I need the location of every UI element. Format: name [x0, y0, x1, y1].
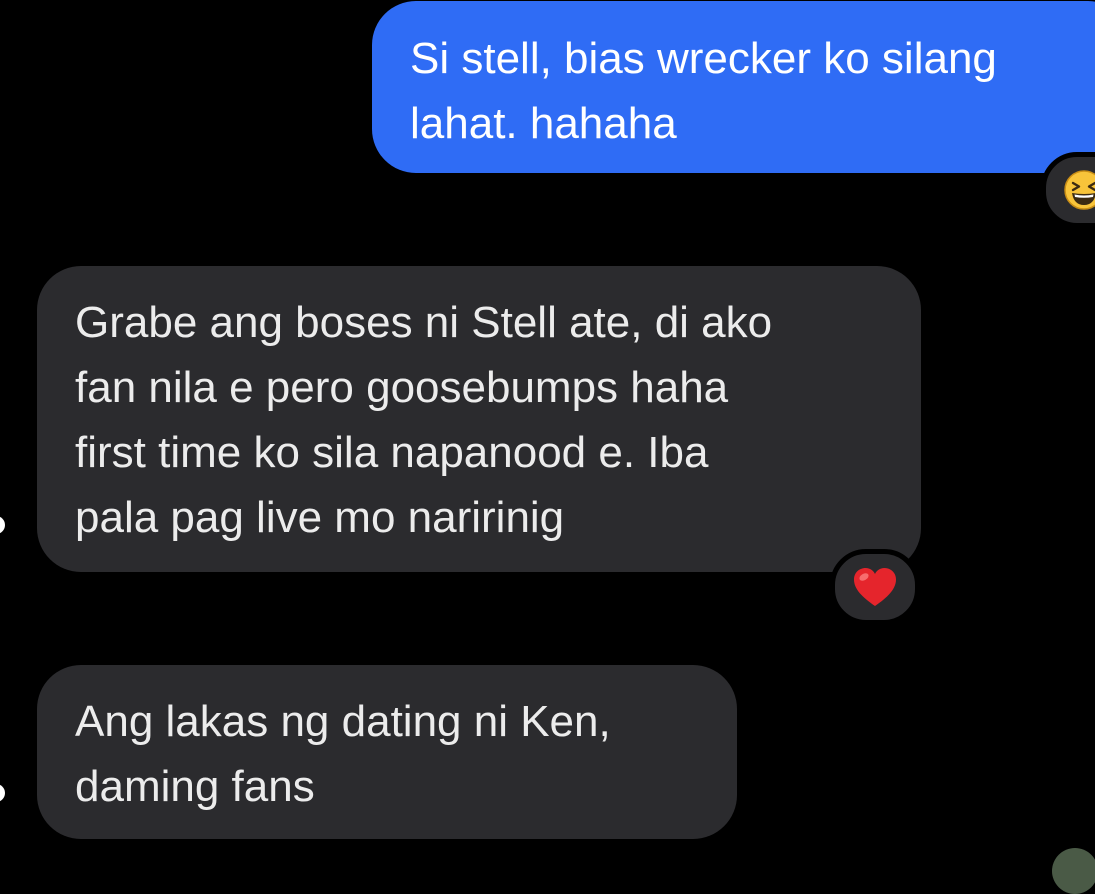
received-message-bubble[interactable]: Grabe ang boses ni Stell ate, di ako fan…: [37, 266, 921, 572]
sender-avatar[interactable]: [0, 516, 5, 534]
sender-avatar[interactable]: [0, 784, 5, 802]
received-message-bubble[interactable]: Ang lakas ng dating ni Ken, daming fans: [37, 665, 737, 839]
sent-message-bubble[interactable]: Si stell, bias wrecker ko silang lahat. …: [372, 1, 1095, 173]
reaction-badge-laugh[interactable]: [1041, 152, 1095, 228]
red-heart-icon: [854, 568, 896, 606]
avatar[interactable]: [1052, 848, 1095, 894]
reaction-badge-heart[interactable]: [830, 549, 920, 625]
grinning-squinting-face-icon: [1064, 170, 1095, 210]
